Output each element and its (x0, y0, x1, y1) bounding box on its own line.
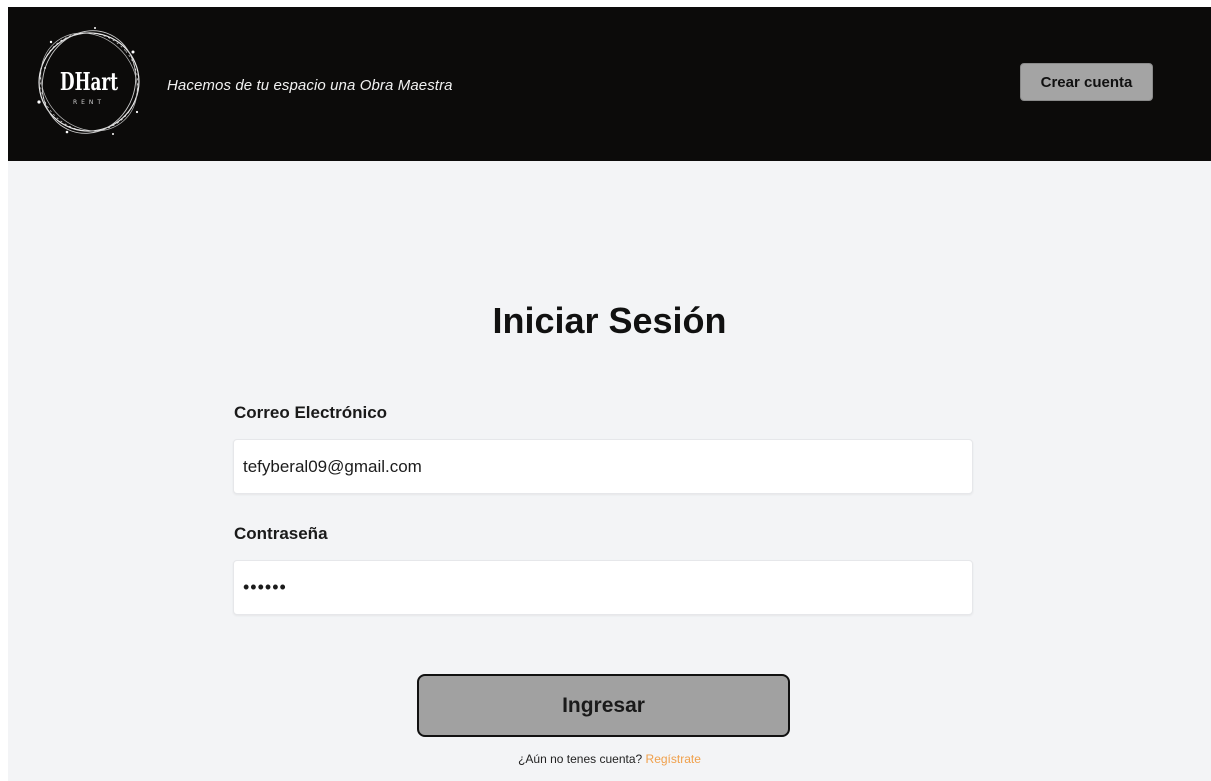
password-input[interactable] (233, 560, 973, 615)
login-submit-button[interactable]: Ingresar (417, 674, 790, 737)
logo-wordmark: DHart (60, 67, 118, 96)
password-label: Contraseña (234, 524, 328, 543)
email-input[interactable] (233, 439, 973, 494)
logo-subtext: RENT (73, 99, 105, 106)
sparkle-ring-logo-icon: DHart RENT (37, 27, 140, 135)
page-title: Iniciar Sesión (492, 300, 727, 341)
brand-logo[interactable]: DHart RENT (25, 20, 153, 148)
brand-tagline: Hacemos de tu espacio una Obra Maestra (167, 77, 453, 94)
create-account-button[interactable]: Crear cuenta (1020, 63, 1153, 101)
email-label: Correo Electrónico (234, 403, 388, 422)
signup-prompt-text: ¿Aún no tenes cuenta? (518, 752, 643, 766)
page: DHart RENT Hacemos de tu espacio una Obr… (0, 0, 1211, 781)
app-frame: DHart RENT Hacemos de tu espacio una Obr… (8, 7, 1211, 781)
top-header: DHart RENT Hacemos de tu espacio una Obr… (8, 7, 1211, 161)
signup-prompt-row: ¿Aún no tenes cuenta? Regístrate (8, 752, 1211, 766)
signup-link[interactable]: Regístrate (646, 752, 701, 766)
